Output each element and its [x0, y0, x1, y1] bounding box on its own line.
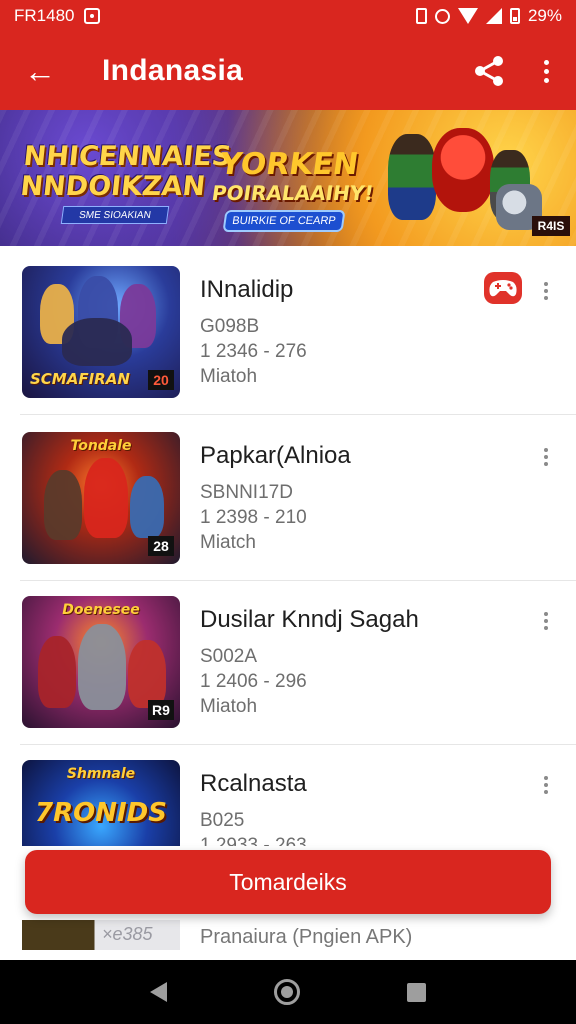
thumbnail-caption: Shmnale [66, 766, 136, 782]
thumbnail-caption: ×e385 [102, 924, 153, 944]
status-left: FR1480 [14, 6, 101, 26]
primary-action-button[interactable]: Tomardeiks [25, 850, 551, 914]
app-bar: ← Indanasia [0, 32, 576, 110]
back-button[interactable]: ← [20, 51, 60, 91]
share-icon [475, 56, 503, 86]
cell-signal-icon [485, 8, 502, 24]
notification-app-icon [84, 8, 101, 24]
game-title-partial[interactable]: Pranaiura (Pngien APK) [200, 926, 412, 949]
vibrate-icon [415, 8, 427, 24]
page-title: Indanasia [102, 54, 244, 87]
game-meta: S002A 1 2406 - 296 Miatoh [200, 644, 419, 719]
system-nav-bar [0, 960, 576, 1024]
game-code: S002A [200, 646, 258, 667]
nav-home-icon[interactable] [273, 979, 300, 1005]
more-vert-icon-dot [543, 77, 549, 83]
game-stats: 1 2406 - 296 [200, 671, 307, 692]
game-code: B025 [200, 810, 245, 831]
wifi-icon [457, 8, 478, 24]
banner-cta-button[interactable]: BUIRKIE OF CEARP [222, 210, 346, 232]
game-stats: 1 2398 - 210 [200, 507, 307, 528]
status-right: 29% [415, 6, 562, 26]
game-thumbnail-partial[interactable]: ×e385 [22, 920, 180, 950]
share-button[interactable] [472, 54, 506, 88]
arrow-left-icon: ← [24, 53, 56, 89]
thumbnail-badge: R9 [148, 700, 174, 720]
status-bar: FR1480 29% [0, 0, 576, 32]
game-title: Dusilar Knndj Sagah [200, 606, 419, 633]
game-meta: SBNNI17D 1 2398 - 210 Miatch [200, 480, 351, 555]
game-thumbnail[interactable]: Doenesee R9 [22, 596, 180, 728]
more-vert-icon[interactable] [540, 773, 552, 797]
more-options-button[interactable] [536, 54, 556, 88]
game-title: INnalidip [200, 276, 294, 303]
banner-center-title-line2: POIRALAAIHY! [210, 181, 376, 205]
list-item-text: Papkar(Alnioa SBNNI17D 1 2398 - 210 Miat… [200, 442, 351, 555]
banner-left-title: NHICENNAIES NNDOIKZAN [18, 141, 233, 202]
game-label: Miatoh [200, 696, 258, 717]
promo-banner[interactable]: NHICENNAIES NNDOIKZAN SME SIOAKIAN YORKE… [0, 110, 576, 246]
banner-hero-figure [432, 128, 494, 212]
more-vert-icon[interactable] [540, 279, 552, 303]
more-vert-icon-dot [543, 68, 549, 74]
status-time: FR1480 [14, 6, 75, 25]
game-title: Papkar(Alnioa [200, 442, 351, 469]
alarm-icon [434, 8, 450, 24]
banner-hero-figure [388, 134, 436, 220]
divider [20, 414, 576, 415]
game-label: Miatch [200, 532, 256, 553]
battery-icon [509, 8, 520, 24]
gamepad-icon-graphic [489, 280, 517, 297]
banner-left-subtitle: SME SIOAKIAN [60, 206, 170, 224]
banner-age-badge: R4IS [532, 216, 570, 236]
list-item-text: Rcalnasta B025 1 2933 - 263 [200, 770, 307, 858]
more-vert-icon[interactable] [540, 609, 552, 633]
list-item-text: INnalidip G098B 1 2346 - 276 Miatoh [200, 276, 307, 389]
game-thumbnail[interactable]: Tondale 28 [22, 432, 180, 564]
divider [20, 580, 576, 581]
game-code: G098B [200, 316, 260, 337]
more-vert-icon[interactable] [540, 445, 552, 469]
game-stats: 1 2346 - 276 [200, 341, 307, 362]
list-item-text: Dusilar Knndj Sagah S002A 1 2406 - 296 M… [200, 606, 419, 719]
thumbnail-logo-text: 7RONIDS [35, 798, 167, 828]
game-title: Rcalnasta [200, 770, 307, 797]
game-label: Miatoh [200, 366, 258, 387]
thumbnail-badge: 20 [148, 370, 174, 390]
game-thumbnail[interactable]: SCMAFIRAN 20 [22, 266, 180, 398]
gamepad-icon[interactable] [484, 272, 522, 304]
nav-back-icon[interactable] [149, 982, 167, 1002]
thumbnail-caption: Doenesee [62, 602, 140, 618]
game-meta: G098B 1 2346 - 276 Miatoh [200, 314, 307, 389]
divider [20, 744, 576, 745]
game-code: SBNNI17D [200, 482, 293, 503]
battery-percent: 29% [527, 6, 562, 25]
app-bar-actions [472, 54, 556, 88]
more-vert-icon-dot [543, 59, 549, 65]
thumbnail-caption: Tondale [70, 438, 132, 454]
thumbnail-caption: SCMAFIRAN [30, 370, 130, 388]
banner-center-title: YORKEN [217, 147, 361, 182]
nav-recents-icon[interactable] [407, 982, 427, 1002]
thumbnail-badge: 28 [148, 536, 174, 556]
